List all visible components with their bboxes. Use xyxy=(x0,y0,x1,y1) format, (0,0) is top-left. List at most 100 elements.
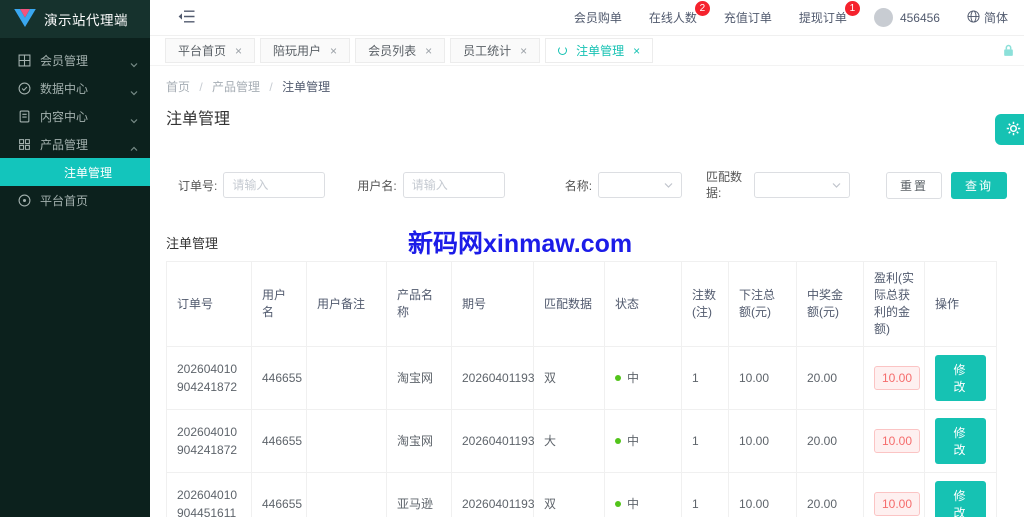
check-circle-icon xyxy=(18,82,31,95)
cell-match: 双 xyxy=(533,345,605,410)
cell-status: 中 xyxy=(604,408,682,473)
sidebar-item-bet-order-management[interactable]: 注单管理 xyxy=(0,158,150,186)
cell-count: 1 xyxy=(681,408,729,473)
username-label: 用户名: xyxy=(357,178,397,193)
breadcrumb-home[interactable]: 首页 xyxy=(166,80,190,94)
reset-button[interactable]: 重置 xyxy=(886,171,943,199)
withdraw-orders-link[interactable]: 提现订单 1 xyxy=(799,1,860,26)
name-label: 名称: xyxy=(564,178,593,193)
status-dot xyxy=(615,437,621,444)
col-remark: 用户备注 xyxy=(306,261,387,347)
match-data-select[interactable] xyxy=(754,172,851,199)
sidebar-item-member-management[interactable]: 会员管理 xyxy=(0,46,150,74)
cell-username: 446655 xyxy=(251,345,307,410)
tab-bet-order-management[interactable]: 注单管理 × xyxy=(545,38,654,63)
user-menu[interactable]: 456456 xyxy=(873,8,940,27)
gear-icon xyxy=(1006,121,1021,139)
col-bet-total: 下注总额(元) xyxy=(728,261,797,347)
online-count-link[interactable]: 在线人数 2 xyxy=(649,1,710,26)
withdraw-orders-badge: 1 xyxy=(844,1,860,16)
cell-username: 446655 xyxy=(251,471,307,517)
cell-order-no: 202604010904241872 xyxy=(166,408,252,473)
chevron-down-icon xyxy=(130,85,138,96)
cell-match: 大 xyxy=(533,408,605,473)
table-header-row: 订单号 用户名 用户备注 产品名称 期号 匹配数据 状态 注数(注) 下注总额(… xyxy=(166,261,997,347)
cell-username: 446655 xyxy=(251,408,307,473)
close-icon[interactable]: × xyxy=(520,44,527,58)
close-icon[interactable]: × xyxy=(235,44,242,58)
language-switcher[interactable]: 简体 xyxy=(967,9,1008,26)
cell-period: 20260401193 xyxy=(451,408,535,473)
cell-remark xyxy=(306,471,387,517)
sidebar-item-data-center[interactable]: 数据中心 xyxy=(0,74,150,102)
tab-platform-home[interactable]: 平台首页 × xyxy=(165,38,256,63)
online-count-badge: 2 xyxy=(694,1,710,16)
cell-bet-total: 10.00 xyxy=(728,408,797,473)
chevron-down-icon xyxy=(130,57,138,68)
col-product: 产品名称 xyxy=(386,261,452,347)
cell-profit: 10.00 xyxy=(863,345,925,410)
refresh-icon xyxy=(558,46,568,55)
table-row: 202604010904241872 446655 淘宝网 2026040119… xyxy=(166,345,997,410)
cell-product: 淘宝网 xyxy=(386,408,452,473)
sidebar-collapse-icon[interactable] xyxy=(178,10,195,26)
order-no-input[interactable] xyxy=(223,172,326,199)
breadcrumb-current: 注单管理 xyxy=(282,80,331,94)
settings-fab[interactable] xyxy=(995,114,1024,145)
username-input[interactable] xyxy=(402,172,505,199)
chevron-down-icon xyxy=(832,183,841,189)
top-header: 会员购单 在线人数 2 充值订单 提现订单 1 456456 简体 xyxy=(150,0,1024,36)
cell-profit: 10.00 xyxy=(863,471,925,517)
cell-count: 1 xyxy=(681,345,729,410)
avatar[interactable] xyxy=(873,8,893,27)
tab-staff-stats[interactable]: 员工统计 × xyxy=(450,38,541,63)
close-icon[interactable]: × xyxy=(330,44,337,58)
cell-status: 中 xyxy=(604,471,682,517)
member-orders-link[interactable]: 会员购单 xyxy=(574,9,622,26)
col-profit: 盈利(实际总获利的金额) xyxy=(863,261,925,347)
recharge-orders-link[interactable]: 充值订单 xyxy=(724,9,772,26)
query-button[interactable]: 查询 xyxy=(951,171,1008,199)
close-icon[interactable]: × xyxy=(425,44,432,58)
cell-status: 中 xyxy=(604,345,682,410)
close-icon[interactable]: × xyxy=(633,44,640,58)
cell-profit: 10.00 xyxy=(863,408,925,473)
match-data-label: 匹配数据: xyxy=(706,170,743,201)
cell-product: 亚马逊 xyxy=(386,471,452,517)
cell-actions: 修改 xyxy=(924,345,997,410)
profit-badge: 10.00 xyxy=(874,491,921,516)
cell-period: 20260401193 xyxy=(451,471,535,517)
app-title: 演示站代理端 xyxy=(44,13,128,28)
cell-period: 20260401193 xyxy=(451,345,535,410)
tab-member-list[interactable]: 会员列表 × xyxy=(355,38,446,63)
app-logo: 演示站代理端 xyxy=(0,0,150,38)
col-count: 注数(注) xyxy=(681,261,729,347)
col-match: 匹配数据 xyxy=(533,261,605,347)
col-order-no: 订单号 xyxy=(166,261,252,347)
sidebar-item-content-center[interactable]: 内容中心 xyxy=(0,102,150,130)
sidebar-item-platform-home[interactable]: 平台首页 xyxy=(0,186,150,214)
sidebar-item-product-management[interactable]: 产品管理 xyxy=(0,130,150,158)
modify-button[interactable]: 修改 xyxy=(935,480,986,517)
status-text: 中 xyxy=(627,370,640,385)
col-win-amount: 中奖金额(元) xyxy=(796,261,864,347)
cell-remark xyxy=(306,345,387,410)
modify-button[interactable]: 修改 xyxy=(935,354,986,401)
col-actions: 操作 xyxy=(924,261,997,347)
cell-match: 双 xyxy=(533,471,605,517)
globe-icon xyxy=(967,9,980,26)
name-select[interactable] xyxy=(598,172,683,199)
profit-badge: 10.00 xyxy=(874,365,921,390)
lock-icon[interactable] xyxy=(1002,44,1015,60)
modify-button[interactable]: 修改 xyxy=(935,417,986,464)
tab-play-users[interactable]: 陪玩用户 × xyxy=(260,38,351,63)
document-icon xyxy=(18,110,31,123)
v-logo-icon xyxy=(14,8,36,30)
cell-product: 淘宝网 xyxy=(386,345,452,410)
chevron-up-icon xyxy=(130,141,138,151)
bet-orders-table: 订单号 用户名 用户备注 产品名称 期号 匹配数据 状态 注数(注) 下注总额(… xyxy=(166,261,997,517)
col-status: 状态 xyxy=(604,261,682,347)
page-content: 首页 / 产品管理 / 注单管理 注单管理 订单号: 用户名: 名称: 匹配数据… xyxy=(150,78,1024,517)
page-title: 注单管理 xyxy=(166,111,231,128)
breadcrumb-product-management[interactable]: 产品管理 xyxy=(212,80,260,94)
